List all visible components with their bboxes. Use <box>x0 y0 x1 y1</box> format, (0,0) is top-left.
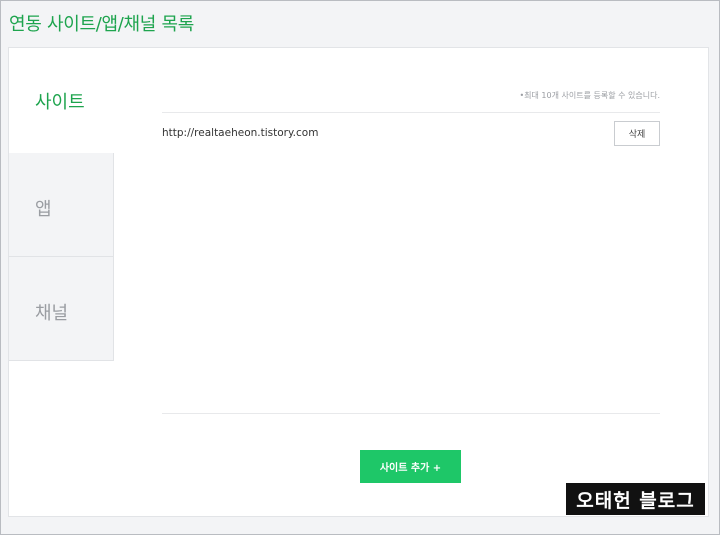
delete-button[interactable]: 삭제 <box>614 121 660 146</box>
page-title: 연동 사이트/앱/채널 목록 <box>9 14 194 35</box>
tab-channel[interactable]: 채널 <box>9 257 114 361</box>
divider-top <box>162 112 660 113</box>
limit-hint: •최대 10개 사이트를 등록할 수 있습니다. <box>519 91 660 100</box>
tab-site[interactable]: 사이트 <box>9 48 114 153</box>
tab-app-label: 앱 <box>35 199 52 220</box>
site-url: http://realtaeheon.tistory.com <box>162 127 319 139</box>
main-panel: 사이트 앱 채널 •최대 10개 사이트를 등록할 수 있습니다. http:/… <box>8 47 709 517</box>
add-site-button[interactable]: 사이트 추가 + <box>360 450 461 483</box>
divider-bottom <box>162 413 660 414</box>
site-list-content: •최대 10개 사이트를 등록할 수 있습니다. http://realtaeh… <box>162 48 660 518</box>
tab-app[interactable]: 앱 <box>9 153 114 257</box>
tab-list: 사이트 앱 채널 <box>9 48 114 361</box>
tab-channel-label: 채널 <box>35 303 69 324</box>
tab-site-label: 사이트 <box>35 92 85 113</box>
watermark: 오태헌 블로그 <box>566 483 705 515</box>
list-item: http://realtaeheon.tistory.com 삭제 <box>162 121 660 147</box>
